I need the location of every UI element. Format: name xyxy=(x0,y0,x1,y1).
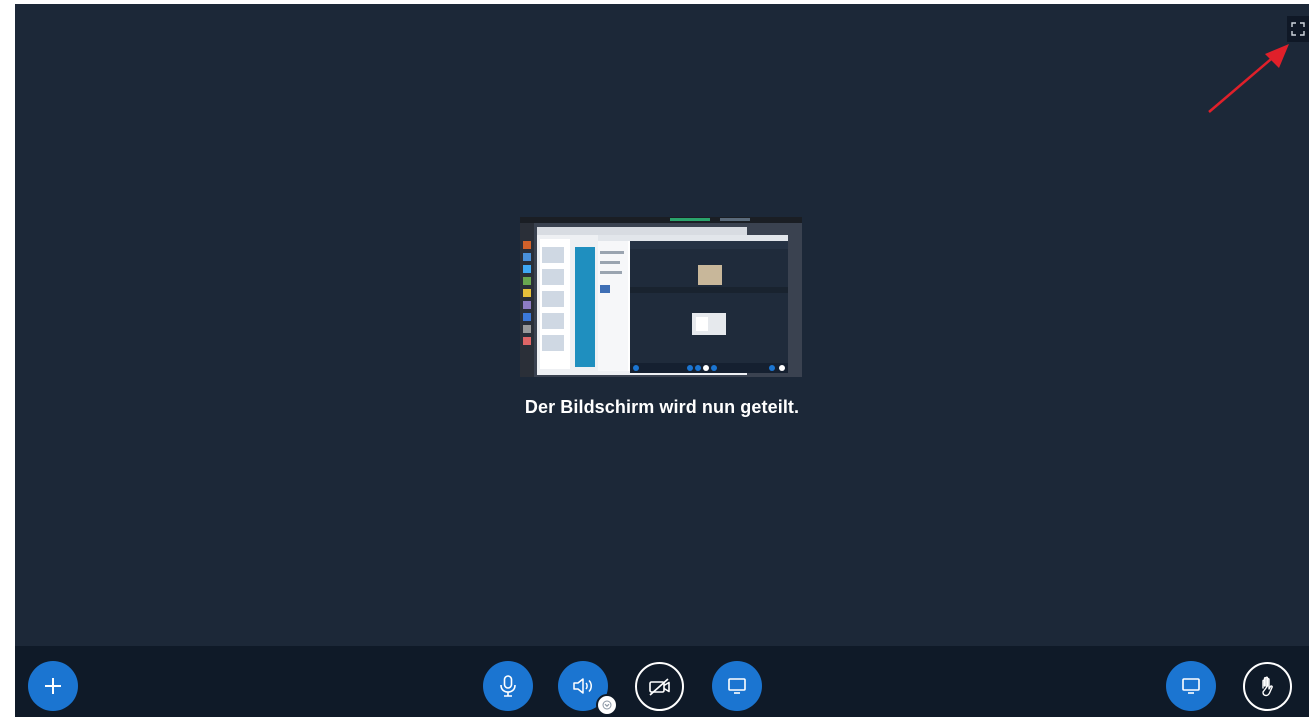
screen-share-button[interactable] xyxy=(712,661,762,711)
raise-hand-button[interactable] xyxy=(1243,662,1292,711)
presentation-icon xyxy=(1182,678,1200,694)
shared-desktop-preview xyxy=(520,217,802,377)
action-bar xyxy=(15,646,1309,717)
screen-share-icon xyxy=(728,678,746,694)
main-stage: Der Bildschirm wird nun geteilt. xyxy=(15,4,1309,717)
restore-presentation-button[interactable] xyxy=(1166,661,1216,711)
screen-sharing-status: Der Bildschirm wird nun geteilt. xyxy=(524,397,800,417)
chevron-down-icon xyxy=(602,700,612,710)
speaker-icon xyxy=(573,678,592,694)
raise-hand-icon xyxy=(1261,676,1273,696)
microphone-button[interactable] xyxy=(483,661,533,711)
plus-icon xyxy=(45,678,61,694)
fullscreen-button[interactable] xyxy=(1287,16,1309,42)
annotation-arrow-icon xyxy=(1208,44,1289,113)
fullscreen-icon xyxy=(1291,22,1305,36)
audio-settings-dropdown[interactable] xyxy=(596,694,618,716)
microphone-icon xyxy=(500,675,516,697)
actions-button[interactable] xyxy=(28,661,78,711)
camera-off-icon xyxy=(648,677,670,696)
webcam-button[interactable] xyxy=(635,662,684,711)
screen-share-thumbnail xyxy=(520,217,802,377)
